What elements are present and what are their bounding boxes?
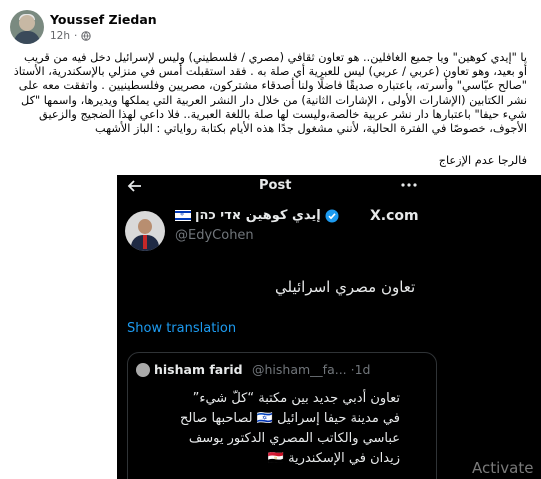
tweet-author-line: ✡ إيدي كوهين אדי כהן: [175, 208, 339, 223]
tweet-author-name: إيدي كوهين אדי כהן: [195, 208, 321, 223]
israel-flag-icon: ✡: [175, 210, 191, 221]
back-arrow-icon: [127, 180, 141, 192]
x-logo-icon: X.com: [370, 208, 419, 224]
avatar[interactable]: [10, 10, 44, 44]
header-title: Post: [259, 178, 292, 193]
post-meta: 12h ·: [50, 30, 92, 42]
embedded-screenshot: Post ✡ إيدي كوهين אדי כהן @EdyCohen X.co…: [117, 175, 541, 479]
activate-watermark: Activate: [472, 459, 534, 477]
quote-author-handle: @hisham__fa... ·1d: [252, 362, 371, 377]
show-translation-link: Show translation: [127, 321, 237, 336]
more-icon: [401, 183, 417, 187]
tweet-author-avatar: [125, 211, 165, 251]
tweet-text: تعاون مصري اسرائيلي: [275, 278, 416, 296]
meta-dot: ·: [74, 30, 78, 42]
post-body: يا "إيدي كوهين" ويا جميع الغافلين.. هو ت…: [13, 51, 527, 136]
quote-avatar: [136, 363, 150, 377]
quoted-tweet: hisham farid @hisham__fa... ·1d تعاون أد…: [127, 352, 437, 479]
verified-icon: [325, 209, 339, 222]
post-time[interactable]: 12h: [50, 30, 70, 42]
tweet-author-handle: @EdyCohen: [175, 228, 254, 243]
platform-label: X.com: [370, 208, 419, 224]
post-closing: فالرجا عدم الإزعاج: [438, 154, 527, 167]
globe-icon: [81, 31, 92, 41]
post-header: Youssef Ziedan 12h ·: [10, 10, 530, 46]
author-name[interactable]: Youssef Ziedan: [50, 12, 157, 27]
quote-author-name: hisham farid: [154, 362, 243, 377]
quote-text: تعاون أدبي جديد بين مكتبة “كلّ شيء” في م…: [180, 391, 400, 466]
